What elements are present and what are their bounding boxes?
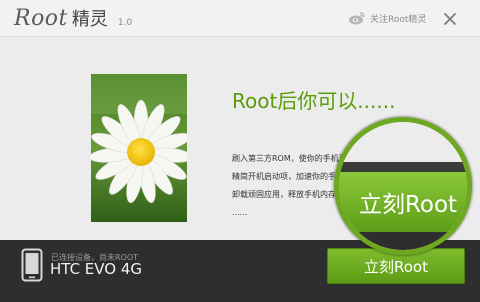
magnified-root-button: 立刻Root: [339, 172, 467, 232]
magnified-button-label: 立刻Root: [358, 192, 458, 218]
app-logo: Root: [14, 6, 68, 31]
close-button[interactable]: [440, 9, 460, 29]
weibo-icon: [349, 12, 365, 25]
app-name: 精灵: [71, 9, 108, 30]
device-name: HTC EVO 4G: [50, 260, 143, 278]
follow-weibo-link[interactable]: 关注Root精灵: [348, 11, 426, 25]
title-bar[interactable]: Root 精灵 1.0 关注Root精灵: [0, 0, 480, 37]
close-icon: [444, 13, 456, 25]
magnifier-background: [339, 122, 467, 162]
app-title: Root 精灵 1.0: [14, 5, 132, 31]
phone-icon: [21, 248, 43, 282]
root-jingling-window: Root 精灵 1.0 关注Root精灵 Root后你可以...... 刷入第三…: [0, 0, 480, 302]
app-version: 1.0: [117, 18, 133, 28]
headline: Root后你可以......: [232, 89, 396, 113]
magnifier-bar-edge: [339, 162, 467, 172]
follow-label: 关注Root精灵: [370, 14, 427, 25]
magnifier-overlay: 立刻Root: [334, 117, 472, 255]
daisy-image: [91, 74, 187, 222]
